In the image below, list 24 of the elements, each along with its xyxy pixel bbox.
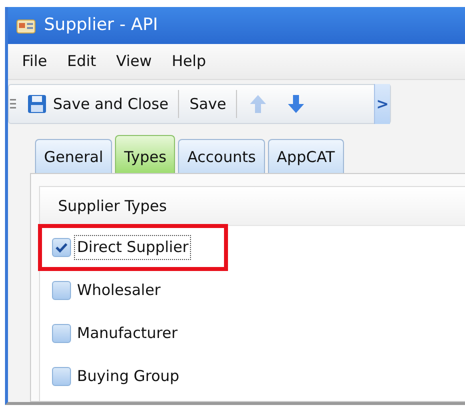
- down-arrow-icon[interactable]: [287, 94, 306, 114]
- checkbox[interactable]: [52, 238, 71, 257]
- save-and-close-button[interactable]: Save and Close: [21, 90, 174, 118]
- checkbox[interactable]: [52, 367, 71, 386]
- checkbox-label: Direct Supplier: [74, 235, 192, 260]
- menu-item[interactable]: View: [108, 48, 160, 75]
- save-icon: [27, 94, 47, 114]
- tab[interactable]: General: [35, 139, 112, 172]
- window-title: Supplier - API: [44, 14, 158, 37]
- menu-item[interactable]: Edit: [59, 48, 104, 75]
- checkbox-label: Manufacturer: [76, 323, 178, 344]
- checkbox-label: Wholesaler: [76, 280, 162, 302]
- menu-item[interactable]: File: [14, 48, 56, 75]
- save-button[interactable]: Save: [183, 90, 232, 118]
- checkbox-label: Buying Group: [76, 366, 180, 388]
- tab[interactable]: Types: [115, 135, 176, 172]
- menu-item[interactable]: Help: [164, 48, 214, 75]
- app-icon: [16, 18, 36, 34]
- overflow-button[interactable]: >: [374, 84, 390, 124]
- checkbox[interactable]: [52, 324, 71, 343]
- check-icon: [55, 242, 68, 253]
- checkbox[interactable]: [52, 281, 71, 300]
- tab[interactable]: Accounts: [178, 139, 265, 172]
- tab[interactable]: AppCAT: [268, 139, 344, 172]
